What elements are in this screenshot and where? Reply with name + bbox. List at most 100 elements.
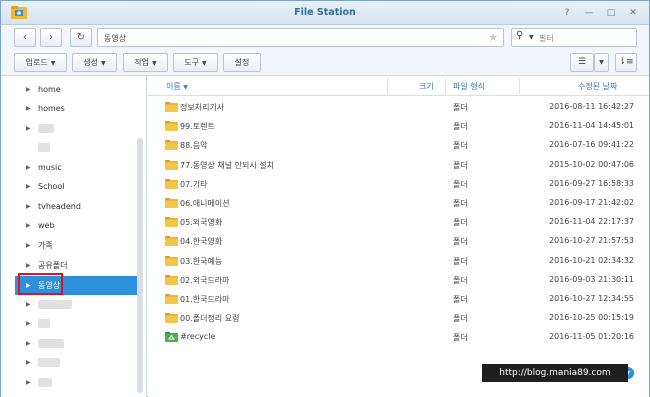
- expand-arrow-icon[interactable]: ▶: [26, 295, 31, 314]
- sidebar-scrollbar[interactable]: [137, 138, 143, 393]
- help-icon[interactable]: ?: [560, 7, 574, 19]
- file-type: 폴더: [453, 275, 468, 285]
- forward-button[interactable]: ›: [40, 28, 62, 47]
- table-row[interactable]: 03.한국예능 폴더 2016-10-21 02:34:32: [148, 252, 649, 271]
- table-row[interactable]: 01.한국드라마 폴더 2016-10-27 12:34:55: [148, 290, 649, 309]
- sidebar-item-hidden[interactable]: ▶: [15, 314, 137, 333]
- file-type: 폴더: [453, 141, 468, 151]
- sort-icon[interactable]: ⇂≡: [615, 53, 637, 72]
- sidebar-item-hidden[interactable]: ▶: [15, 353, 137, 372]
- sidebar-item-hidden[interactable]: ▶: [15, 295, 137, 314]
- settings-button[interactable]: 설정: [223, 53, 261, 72]
- chevron-down-icon[interactable]: ▼: [594, 53, 609, 72]
- file-modified: 2016-11-05 01:20:16: [549, 332, 634, 342]
- table-row[interactable]: 정보처리기사 폴더 2016-08-11 16:42:27: [148, 98, 649, 117]
- sidebar-item-homes[interactable]: ▶ homes: [15, 99, 137, 118]
- column-type[interactable]: 파일 형식: [453, 81, 485, 92]
- expand-arrow-icon[interactable]: ▶: [26, 236, 31, 255]
- column-separator[interactable]: [387, 78, 388, 94]
- sort-desc-icon: ▼: [183, 84, 188, 91]
- redacted-label: [38, 300, 72, 309]
- sidebar-item-school[interactable]: ▶ School: [15, 177, 137, 196]
- sidebar-item-label: music: [38, 163, 62, 172]
- expand-arrow-icon[interactable]: ▶: [26, 353, 31, 372]
- sidebar-item-hidden[interactable]: ▶: [15, 334, 137, 353]
- expand-arrow-icon[interactable]: ▶: [26, 80, 31, 99]
- expand-arrow-icon[interactable]: ▶: [26, 314, 31, 333]
- expand-arrow-icon[interactable]: ▶: [26, 334, 31, 353]
- sidebar-item-label: home: [38, 85, 61, 94]
- table-row[interactable]: 77.동영상 채널 안되시 설치 폴더 2015-10-02 00:47:06: [148, 156, 649, 175]
- table-row[interactable]: 02.외국드라마 폴더 2016-09-03 21:30:11: [148, 271, 649, 290]
- column-modified[interactable]: 수정된 날짜: [578, 81, 617, 92]
- upload-button[interactable]: 업로드 ▼: [14, 53, 67, 72]
- file-name: 02.외국드라마: [180, 275, 230, 285]
- file-modified: 2016-10-27 21:57:53: [549, 236, 634, 246]
- folder-icon: [165, 313, 178, 324]
- filter-input[interactable]: ⚲ ▼ 필터: [511, 28, 637, 47]
- file-type: 폴더: [453, 314, 468, 324]
- star-icon[interactable]: ★: [488, 31, 498, 44]
- path-input[interactable]: 동영상 ★: [97, 28, 504, 47]
- chevron-down-icon[interactable]: ▼: [529, 34, 534, 41]
- expand-arrow-icon[interactable]: ▶: [26, 373, 31, 392]
- refresh-button[interactable]: ↻: [70, 28, 92, 47]
- expand-arrow-icon[interactable]: ▶: [26, 177, 31, 196]
- file-type: 폴더: [453, 160, 468, 170]
- file-type: 폴더: [453, 256, 468, 266]
- sidebar-item-home[interactable]: ▶ home: [15, 80, 137, 99]
- expand-arrow-icon[interactable]: ▶: [26, 99, 31, 118]
- sidebar-item-hidden[interactable]: [15, 138, 137, 157]
- file-name: #recycle: [180, 332, 216, 342]
- sidebar-item-tvheadend[interactable]: ▶ tvheadend: [15, 197, 137, 216]
- expand-arrow-icon[interactable]: ▶: [26, 158, 31, 177]
- file-type: 폴더: [453, 333, 468, 343]
- sidebar-item-label: 가족: [38, 241, 53, 250]
- column-header-row: 이름 ▼ 크기 파일 형식 수정된 날짜: [148, 76, 649, 96]
- column-separator[interactable]: [519, 78, 520, 94]
- table-row[interactable]: 00.폴더정리 요령 폴더 2016-10-25 00:15:19: [148, 309, 649, 328]
- expand-arrow-icon[interactable]: ▶: [26, 119, 31, 138]
- folder-icon: [165, 159, 178, 170]
- table-row[interactable]: 99.토렌트 폴더 2016-11-04 14:45:01: [148, 117, 649, 136]
- maximize-icon[interactable]: □: [604, 7, 618, 19]
- file-name: 99.토렌트: [180, 122, 215, 132]
- sidebar-item-music[interactable]: ▶ music: [15, 158, 137, 177]
- create-button[interactable]: 생성 ▼: [72, 53, 117, 72]
- file-name: 정보처리기사: [180, 103, 225, 112]
- expand-arrow-icon[interactable]: ▶: [26, 216, 31, 235]
- table-row[interactable]: #recycle 폴더 2016-11-05 01:20:16: [148, 328, 649, 347]
- close-icon[interactable]: ✕: [626, 7, 640, 19]
- redacted-label: [38, 319, 50, 328]
- column-size[interactable]: 크기: [419, 81, 434, 92]
- table-row[interactable]: 05.외국영화 폴더 2016-11-04 22:17:37: [148, 213, 649, 232]
- chevron-down-icon: ▼: [50, 60, 56, 67]
- back-button[interactable]: ‹: [14, 28, 36, 47]
- forward-icon: ›: [49, 32, 53, 43]
- column-name[interactable]: 이름 ▼: [166, 81, 188, 92]
- navigation-bar: ‹ › ↻ 동영상 ★ ⚲ ▼ 필터: [1, 25, 649, 49]
- list-view-icon[interactable]: ☰: [570, 53, 594, 72]
- folder-icon: [165, 178, 178, 189]
- table-row[interactable]: 88.음악 폴더 2016-07-16 09:41:22: [148, 136, 649, 155]
- action-button[interactable]: 작업 ▼: [123, 53, 168, 72]
- chevron-down-icon: ▼: [152, 60, 157, 67]
- sidebar-item-web[interactable]: ▶ web: [15, 216, 137, 235]
- file-type: 폴더: [453, 122, 468, 132]
- column-name-label: 이름: [166, 82, 181, 91]
- sidebar-item-family[interactable]: ▶ 가족: [15, 236, 137, 255]
- sidebar-item-hidden[interactable]: ▶: [15, 373, 137, 392]
- column-separator[interactable]: [445, 78, 446, 94]
- sidebar-item-hidden[interactable]: ▶: [15, 119, 137, 138]
- minimize-icon[interactable]: —: [582, 7, 596, 19]
- search-icon[interactable]: ⚲: [516, 30, 523, 41]
- tools-button[interactable]: 도구 ▼: [173, 53, 218, 72]
- file-type: 폴더: [453, 199, 468, 208]
- expand-arrow-icon[interactable]: ▶: [26, 197, 31, 216]
- table-row[interactable]: 06.애니메이션 폴더 2016-09-17 21:42:02: [148, 194, 649, 213]
- table-row[interactable]: 04.한국영화 폴더 2016-10-27 21:57:53: [148, 232, 649, 251]
- file-name: 77.동영상 채널 안되시 설치: [180, 160, 274, 170]
- refresh-icon: ↻: [76, 32, 86, 43]
- table-row[interactable]: 07.기타 폴더 2016-09-27 16:58:33: [148, 175, 649, 194]
- tools-label: 도구: [184, 58, 200, 67]
